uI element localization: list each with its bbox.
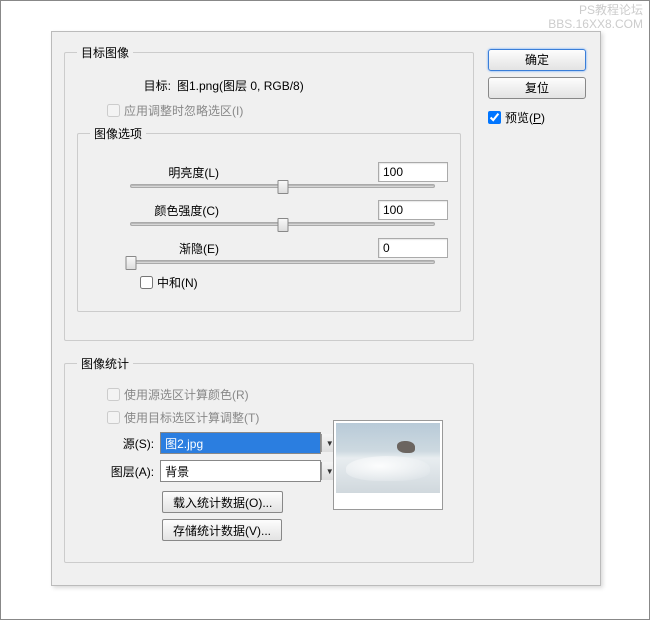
source-select[interactable]: 图2.jpg: [160, 432, 321, 454]
image-statistics-group: 图像统计 使用源选区计算颜色(R) 使用目标选区计算调整(T) 源(S): 图2…: [64, 355, 474, 563]
preview-checkbox[interactable]: 预览(P): [488, 109, 588, 126]
ignore-selection-input: [107, 104, 120, 117]
watermark: PS教程论坛 BBS.16XX8.COM: [548, 3, 643, 32]
neutralize-input[interactable]: [140, 276, 153, 289]
luminance-label: 明亮度(L): [90, 164, 225, 181]
use-source-selection-input: [107, 388, 120, 401]
layer-select[interactable]: 背景: [160, 460, 321, 482]
preview-input[interactable]: [488, 111, 501, 124]
fade-input[interactable]: [378, 238, 448, 258]
image-options-legend: 图像选项: [90, 125, 146, 142]
window-frame: PS教程论坛 BBS.16XX8.COM 目标图像 目标: 图1.png(图层 …: [0, 0, 650, 620]
side-column: 确定 复位 预览(P): [488, 44, 588, 126]
ok-button[interactable]: 确定: [488, 49, 586, 71]
save-stats-button[interactable]: 存储统计数据(V)...: [162, 519, 282, 541]
reset-button[interactable]: 复位: [488, 77, 586, 99]
fade-slider[interactable]: [130, 260, 435, 264]
fade-label: 渐隐(E): [90, 240, 225, 257]
target-image-legend: 目标图像: [77, 44, 133, 61]
use-source-selection-checkbox: 使用源选区计算颜色(R): [107, 386, 461, 403]
luminance-slider[interactable]: [130, 184, 435, 188]
ignore-selection-checkbox: 应用调整时忽略选区(I): [107, 102, 461, 119]
thumbnail-image: [336, 423, 440, 493]
neutralize-checkbox[interactable]: 中和(N): [140, 274, 448, 291]
color-intensity-slider[interactable]: [130, 222, 435, 226]
source-thumbnail: [333, 420, 443, 510]
main-column: 目标图像 目标: 图1.png(图层 0, RGB/8) 应用调整时忽略选区(I…: [64, 44, 474, 577]
load-stats-button[interactable]: 载入统计数据(O)...: [162, 491, 283, 513]
target-label: 目标:: [77, 77, 177, 94]
image-statistics-legend: 图像统计: [77, 355, 133, 372]
source-label: 源(S):: [77, 435, 160, 452]
target-image-group: 目标图像 目标: 图1.png(图层 0, RGB/8) 应用调整时忽略选区(I…: [64, 44, 474, 341]
target-value: 图1.png(图层 0, RGB/8): [177, 77, 304, 94]
layer-label: 图层(A):: [77, 463, 160, 480]
color-intensity-label: 颜色强度(C): [90, 202, 225, 219]
color-intensity-input[interactable]: [378, 200, 448, 220]
match-color-dialog: 目标图像 目标: 图1.png(图层 0, RGB/8) 应用调整时忽略选区(I…: [51, 31, 601, 586]
image-options-group: 图像选项 明亮度(L) 颜色强度(C): [77, 125, 461, 312]
luminance-input[interactable]: [378, 162, 448, 182]
use-target-selection-input: [107, 411, 120, 424]
